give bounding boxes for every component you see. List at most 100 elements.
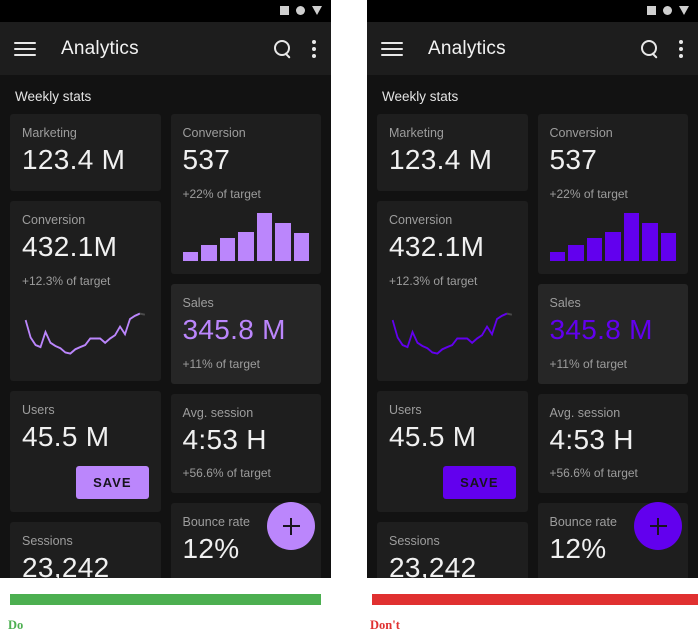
card-value: 432.1M <box>389 230 485 262</box>
more-vertical-icon[interactable] <box>679 39 684 58</box>
card-sessions[interactable]: Sessions 23,242 <box>377 522 528 578</box>
plus-icon <box>649 517 667 535</box>
card-label: Sessions <box>389 534 440 549</box>
card-label: Sales <box>549 295 581 310</box>
card-sales[interactable]: Sales 345.8 M +11% of target <box>170 283 321 384</box>
card-column-left: Marketing 123.4 M Conversion 432.1M +12.… <box>10 114 161 578</box>
circle-icon <box>296 6 305 15</box>
bar-chart-bar <box>586 237 602 261</box>
card-avg-session[interactable]: Avg. session 4:53 H +56.6% of target <box>170 393 321 494</box>
phone-mock-dont: Analytics Weekly stats Marketing 123.4 M <box>367 0 698 578</box>
dont-caption: Don't <box>370 618 400 632</box>
card-label: Conversion <box>182 126 246 140</box>
line-chart-tail <box>139 312 146 316</box>
card-sales[interactable]: Sales 345.8 M +11% of target <box>537 283 688 384</box>
bar-chart-bar <box>642 223 658 261</box>
do-panel: Analytics Weekly stats Marketing 123.4 M <box>0 0 331 632</box>
status-bar-icons <box>280 6 322 15</box>
card-conversion-trend[interactable]: Conversion 432.1M +12.3% of target <box>10 200 161 381</box>
card-subtext: +11% of target <box>182 356 261 371</box>
line-chart <box>391 312 513 355</box>
card-label: Avg. session <box>182 405 254 420</box>
card-label: Sales <box>182 295 214 310</box>
card-label: Users <box>22 402 55 417</box>
card-label: Conversion <box>22 212 86 227</box>
bar-chart-bar <box>293 233 309 261</box>
app-bar: Analytics <box>367 22 698 75</box>
search-icon[interactable] <box>273 39 292 58</box>
bar-chart <box>182 212 309 261</box>
card-value: 123.4 M <box>22 144 126 175</box>
card-label: Conversion <box>389 212 453 227</box>
hamburger-menu-icon[interactable] <box>14 41 36 56</box>
save-button[interactable]: SAVE <box>443 466 516 500</box>
card-marketing[interactable]: Marketing 123.4 M <box>377 114 528 191</box>
card-subtext: +11% of target <box>549 356 628 371</box>
line-chart-series <box>391 312 508 355</box>
phone-mock-do: Analytics Weekly stats Marketing 123.4 M <box>0 0 331 578</box>
add-fab-button[interactable] <box>634 502 682 550</box>
app-bar: Analytics <box>0 22 331 75</box>
section-title: Weekly stats <box>15 89 92 104</box>
hamburger-menu-icon[interactable] <box>381 41 403 56</box>
card-value: 537 <box>182 144 231 175</box>
card-value: 23,242 <box>389 552 477 578</box>
card-users[interactable]: Users 45.5 M SAVE <box>377 390 528 513</box>
card-label: Marketing <box>22 126 77 140</box>
card-marketing[interactable]: Marketing 123.4 M <box>10 114 161 191</box>
card-actions: SAVE <box>389 466 516 500</box>
app-bar-actions <box>640 39 684 58</box>
card-sessions[interactable]: Sessions 23,242 <box>10 522 161 578</box>
content-area: Weekly stats Marketing 123.4 M Conversio… <box>0 75 331 578</box>
card-subtext: +22% of target <box>182 186 261 201</box>
card-column-left: Marketing 123.4 M Conversion 432.1M +12.… <box>377 114 528 578</box>
content-area: Weekly stats Marketing 123.4 M Conversio… <box>367 75 698 578</box>
card-actions: SAVE <box>22 466 149 500</box>
card-value: 4:53 H <box>549 423 634 455</box>
line-chart-series <box>24 312 141 355</box>
card-subtext: +56.6% of target <box>182 466 271 481</box>
card-label: Users <box>389 402 422 417</box>
card-value: 432.1M <box>22 230 118 262</box>
square-icon <box>280 6 289 15</box>
square-icon <box>647 6 656 15</box>
comparison-figure: Analytics Weekly stats Marketing 123.4 M <box>0 0 698 640</box>
card-conversion-trend[interactable]: Conversion 432.1M +12.3% of target <box>377 200 528 381</box>
more-vertical-icon[interactable] <box>312 39 317 58</box>
add-fab-button[interactable] <box>267 502 315 550</box>
search-icon[interactable] <box>640 39 659 58</box>
line-chart-tail <box>506 312 513 316</box>
triangle-down-icon <box>312 6 322 15</box>
card-users[interactable]: Users 45.5 M SAVE <box>10 390 161 513</box>
page-title: Analytics <box>428 37 506 59</box>
section-title: Weekly stats <box>382 89 459 104</box>
status-bar <box>0 0 331 22</box>
bar-chart-bar <box>219 237 235 261</box>
bar-chart-bar <box>201 244 217 261</box>
card-value: 4:53 H <box>182 423 267 455</box>
do-caption: Do <box>8 618 24 632</box>
page-title: Analytics <box>61 37 139 59</box>
bar-chart-bar <box>623 212 639 261</box>
card-value: 537 <box>549 144 598 175</box>
card-value: 23,242 <box>22 552 110 578</box>
dont-panel: Analytics Weekly stats Marketing 123.4 M <box>367 0 698 632</box>
bar-chart-bar <box>660 233 676 261</box>
dont-indicator-bar <box>372 594 698 605</box>
bar-chart-bar <box>549 252 565 261</box>
card-conversion-bars[interactable]: Conversion 537 +22% of target <box>170 114 321 274</box>
plus-icon <box>282 517 300 535</box>
card-label: Avg. session <box>549 405 621 420</box>
status-bar <box>367 0 698 22</box>
triangle-down-icon <box>679 6 689 15</box>
bar-chart-bar <box>275 223 291 261</box>
card-conversion-bars[interactable]: Conversion 537 +22% of target <box>537 114 688 274</box>
save-button[interactable]: SAVE <box>76 466 149 500</box>
card-subtext: +56.6% of target <box>549 466 638 481</box>
bar-chart-bar <box>568 244 584 261</box>
bar-chart-bar <box>238 232 254 261</box>
card-subtext: +12.3% of target <box>22 273 111 288</box>
bar-chart <box>549 212 676 261</box>
card-avg-session[interactable]: Avg. session 4:53 H +56.6% of target <box>537 393 688 494</box>
card-value: 45.5 M <box>22 420 110 452</box>
